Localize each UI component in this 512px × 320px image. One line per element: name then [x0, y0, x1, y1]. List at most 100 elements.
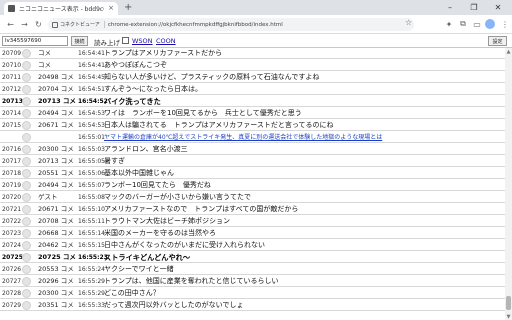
comment-row[interactable]: 20729 20351 コメ 16:55:33 だって週次円以外バッとしたのがないでし… [0, 300, 505, 311]
user-avatar-icon [22, 241, 31, 250]
comment-text: ストライキどんどんやれ～ [104, 253, 191, 262]
forward-button[interactable]: → [18, 18, 31, 31]
comment-time: 16:55:01 [78, 134, 105, 141]
comment-text: 日本人は騙されてる トランプはアメリカファーストだと言ってるのにね [104, 121, 334, 129]
scroll-up-icon[interactable]: ▲ [505, 48, 512, 55]
comment-row[interactable]: 20726 20553 コメ 16:55:24 ヤクシーでワイと一緒 [0, 264, 505, 275]
connect-button[interactable]: 接続 [71, 36, 88, 46]
comment-user[interactable]: 20671 コメ [38, 120, 74, 131]
comment-row[interactable]: 20727 20296 コメ 16:55:29 トランプは、他国に産業を奪われたと信じ… [0, 276, 505, 287]
comment-row[interactable]: 20711 20498 コメ 16:54:45 知らない人が多いけど、プラスティックの… [0, 72, 505, 83]
comment-row[interactable]: 20724 20462 コメ 16:55:15 日中さんがくなったのがいまだに受け入れ… [0, 240, 505, 251]
comment-time: 16:55:03 [78, 146, 105, 153]
comment-user[interactable]: 20351 コメ [38, 300, 74, 311]
live-id-input[interactable] [2, 36, 68, 46]
comment-row[interactable]: 20718 20551 コメ 16:55:06 基本以外中国雑じゃん [0, 168, 505, 179]
address-bar[interactable]: コネクトビューア chrome-extension://okjcfkhecnfm… [48, 18, 414, 31]
comment-row[interactable]: 20721 20671 コメ 16:55:10 アメリカファーストなので トランプはす… [0, 204, 505, 215]
comment-row[interactable]: 20710 コメ 16:54:41 あやつぽぽんこつぞ [0, 60, 505, 71]
comment-user[interactable]: 20462 コメ [38, 240, 74, 251]
user-avatar-icon [22, 49, 31, 58]
user-avatar-icon [22, 265, 31, 274]
comment-text: だって週次円以外バッとしたのがないでしょ [104, 301, 244, 309]
browser-menu-icon[interactable]: ⋮ [499, 18, 511, 30]
comment-row[interactable]: 20722 20708 コメ 16:55:11 トラウトマン大佐はビーチ姉ポジション [0, 216, 505, 227]
comment-user[interactable]: 20704 コメ [38, 84, 74, 95]
comment-number: 20713 [2, 98, 23, 105]
comment-user[interactable]: 20300 コメ [38, 288, 74, 299]
comment-user[interactable]: 20494 コメ [38, 180, 74, 191]
comment-text: どこの田中さん？ [104, 289, 160, 297]
news-link[interactable]: ヤマト運輸の倉庫が40℃超えでストライキ発生、真夏に別の運送会社で体験した地獄の… [104, 132, 382, 143]
settings-button[interactable]: 設定 [488, 36, 507, 46]
site-info-label: コネクトビューア [60, 22, 100, 28]
comment-row[interactable]: 20714 20494 コメ 16:54:53 ワイは ランボーを10回見てるから 兵… [0, 108, 505, 119]
extensions-puzzle-icon[interactable]: ⧉ [457, 18, 469, 30]
back-button[interactable]: ← [4, 18, 17, 31]
comment-list[interactable]: 20709 コメ 16:54:41 トランプはアメリカファーストだから 20710 コメ 1… [0, 48, 505, 320]
comment-text: すんぞう～になったら日本は。 [104, 85, 202, 93]
comment-user[interactable]: 20713 コメ [38, 96, 76, 107]
comment-user[interactable]: コメ [38, 48, 51, 59]
comment-user[interactable]: コメ [38, 60, 51, 71]
comment-row[interactable]: 20712 20704 コメ 16:54:51 すんぞう～になったら日本は。 [0, 84, 505, 95]
comment-user[interactable]: 20713 コメ [38, 156, 74, 167]
comment-user[interactable]: 20551 コメ [38, 168, 74, 179]
comment-user[interactable]: ゲスト [38, 192, 58, 203]
tab-close-icon[interactable]: × [108, 5, 114, 12]
comment-user[interactable]: 20708 コメ [38, 216, 74, 227]
extension-icon[interactable]: ✦ [443, 18, 455, 30]
comment-number: 20720 [2, 194, 22, 201]
comment-user[interactable]: 20300 コメ [38, 144, 74, 155]
tts-checkbox[interactable] [122, 37, 129, 44]
comment-user[interactable]: 20296 コメ [38, 276, 74, 287]
comment-user[interactable]: 20668 コメ [38, 228, 74, 239]
comment-number: 20711 [2, 74, 22, 81]
side-panel-icon[interactable]: ▭ [471, 18, 483, 30]
comment-row[interactable]: 20713 20713 コメ 16:54:52 バイク洗ってきた [0, 96, 505, 107]
comment-number: 20709 [2, 50, 22, 57]
user-avatar-icon [22, 205, 31, 214]
comment-user[interactable]: 20725 コメ [38, 252, 76, 263]
comment-number: 20718 [2, 170, 22, 177]
scrollbar[interactable]: ▲ ▼ [505, 48, 512, 320]
tts-label: 読み上げ [94, 39, 120, 47]
comment-row[interactable]: 20725 20725 コメ 16:55:23 ストライキどんどんやれ～ [0, 252, 505, 263]
coon-link[interactable]: COON [156, 37, 176, 45]
site-info-chip[interactable]: コネクトビューア [52, 21, 105, 28]
comment-number: 20728 [2, 290, 22, 297]
comment-row[interactable]: 20709 コメ 16:54:41 トランプはアメリカファーストだから [0, 48, 505, 59]
user-avatar-icon [22, 229, 31, 238]
comment-row[interactable]: 20723 20668 コメ 16:55:14 米国のメーカーを守るのは当然やろ [0, 228, 505, 239]
comment-number: 20723 [2, 230, 22, 237]
new-tab-button[interactable]: + [124, 2, 132, 13]
comment-row[interactable]: 20715 20671 コメ 16:54:53 日本人は騙されてる トランプはアメリカ… [0, 120, 505, 131]
comment-time: 16:55:29 [78, 290, 105, 297]
comment-user[interactable]: 20498 コメ [38, 72, 74, 83]
comment-row[interactable]: 20717 20713 コメ 16:55:05 暑すぎ [0, 156, 505, 167]
restore-window-button[interactable]: ❐ [462, 0, 486, 15]
user-avatar-icon [22, 121, 31, 130]
tab-active[interactable]: ニコニコニュース表示 - bdd9c04e × [4, 2, 118, 15]
comment-row[interactable]: 20720 ゲスト 16:55:08 マックのバーガーが小さいから嫌い言うてたで [0, 192, 505, 203]
comment-user[interactable]: 20494 コメ [38, 108, 74, 119]
user-avatar-icon [22, 157, 31, 166]
wson-link[interactable]: WSON [132, 37, 153, 45]
comment-user[interactable]: 20553 コメ [38, 264, 74, 275]
system-news-row[interactable]: 16:55:01 ヤマト運輸の倉庫が40℃超えでストライキ発生、真夏に別の運送会社… [0, 132, 505, 143]
user-avatar-icon [22, 61, 31, 70]
user-avatar-icon [22, 85, 31, 94]
tab-strip: ニコニコニュース表示 - bdd9c04e × + – ❐ ✕ [0, 0, 512, 15]
bookmark-star-icon[interactable]: ☆ [405, 18, 412, 27]
comment-time: 16:55:24 [78, 266, 105, 273]
reload-button[interactable]: ↻ [32, 18, 45, 31]
profile-avatar[interactable] [485, 19, 495, 29]
scrollbar-thumb[interactable] [506, 296, 511, 310]
comment-row[interactable]: 20716 20300 コメ 16:55:03 アランドロン、宮名小渡三 [0, 144, 505, 155]
comment-row[interactable]: 20719 20494 コメ 16:55:07 ランボー10回見てたら 優秀だね [0, 180, 505, 191]
comment-user[interactable]: 20671 コメ [38, 204, 74, 215]
comment-row[interactable]: 20728 20300 コメ 16:55:29 どこの田中さん？ [0, 288, 505, 299]
close-window-button[interactable]: ✕ [486, 0, 510, 15]
minimize-window-button[interactable]: – [438, 0, 462, 15]
scroll-down-icon[interactable]: ▼ [505, 313, 512, 320]
